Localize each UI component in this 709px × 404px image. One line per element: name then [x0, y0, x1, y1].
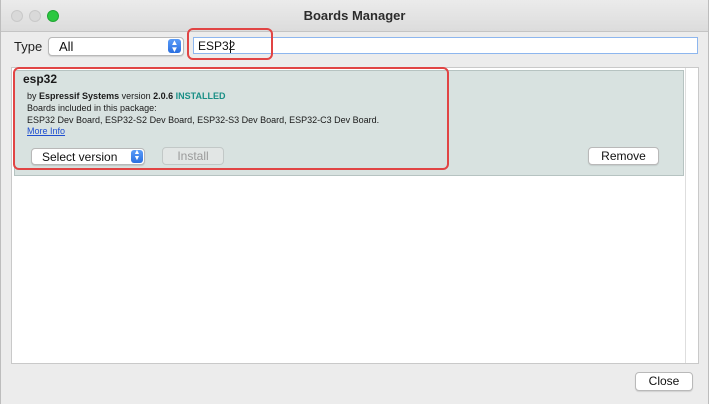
window-title: Boards Manager — [303, 8, 406, 23]
board-highlight-annotation — [13, 67, 449, 170]
chevron-up-down-icon: ▲ ▼ — [168, 39, 181, 54]
remove-button[interactable]: Remove — [588, 147, 659, 165]
type-select-value: All — [59, 39, 74, 54]
type-select[interactable]: All ▲ ▼ — [48, 37, 184, 56]
search-highlight-annotation — [187, 28, 273, 60]
close-button[interactable]: Close — [635, 372, 693, 391]
boards-manager-window: Boards Manager Type All ▲ ▼ ESP32 esp32 b… — [0, 0, 709, 404]
type-label: Type — [14, 39, 43, 54]
list-divider — [685, 68, 686, 363]
title-bar: Boards Manager — [1, 0, 708, 32]
